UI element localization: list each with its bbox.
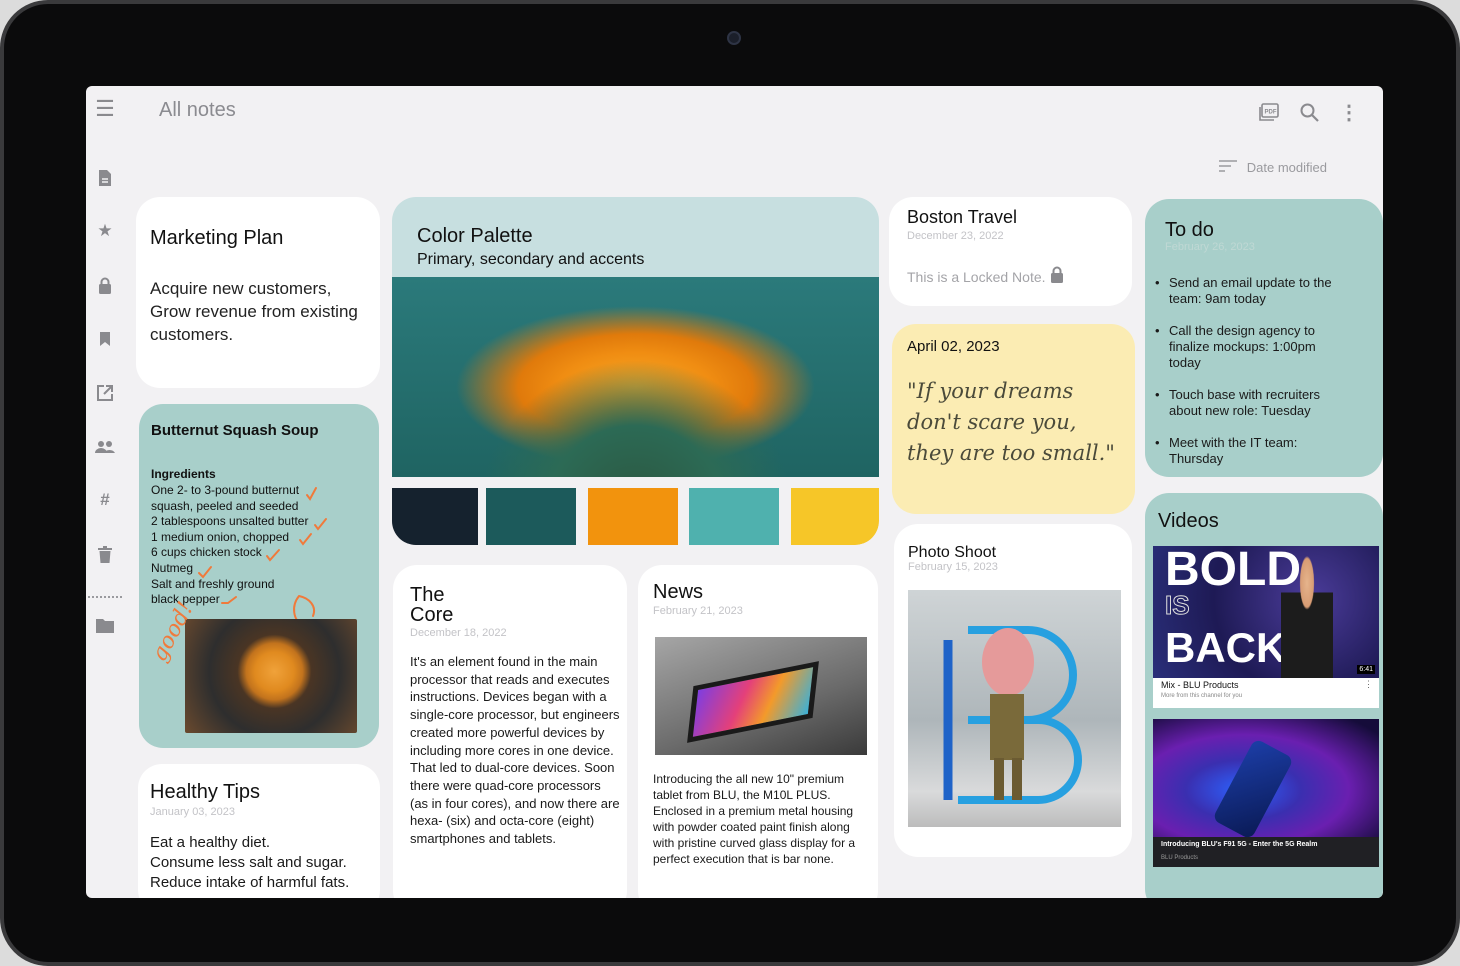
- note-body: Eat a healthy diet. Consume less salt an…: [150, 833, 349, 893]
- note-date: January 03, 2023: [150, 806, 236, 818]
- video-caption: Mix - BLU Products: [1161, 680, 1239, 690]
- note-date: December 23, 2022: [907, 230, 1004, 242]
- folder-icon[interactable]: [94, 614, 116, 636]
- top-toolbar: PDF ⋮: [1257, 100, 1361, 124]
- note-card-boston-travel[interactable]: Boston Travel December 23, 2022 This is …: [889, 197, 1132, 306]
- share-icon[interactable]: [94, 382, 116, 404]
- lock-icon: [1050, 266, 1064, 288]
- note-card-videos[interactable]: Videos BOLD IS BACK 6:41 Mix - BLU Produ…: [1145, 493, 1383, 898]
- note-line: Eat a healthy diet.: [150, 834, 271, 851]
- phone-image: [1211, 738, 1295, 840]
- tablet-device-image: [687, 661, 819, 743]
- svg-text:PDF: PDF: [1265, 110, 1277, 116]
- note-card-color-palette[interactable]: Color Palette Primary, secondary and acc…: [392, 197, 879, 545]
- note-line: Reduce intake of harmful fats.: [150, 874, 350, 891]
- todo-list: Send an email update to the team: 9am to…: [1145, 275, 1345, 477]
- note-card-news[interactable]: News February 21, 2023 Introducing the a…: [638, 565, 878, 898]
- note-date: April 02, 2023: [907, 338, 1000, 355]
- video-subcaption: BLU Products: [1161, 855, 1199, 861]
- bookmark-icon[interactable]: [94, 328, 116, 350]
- thumb-line3: BACK: [1165, 624, 1287, 671]
- palette-subtitle: Primary, secondary and accents: [417, 251, 645, 268]
- todo-item[interactable]: Call the design agency to finalize mocku…: [1145, 323, 1345, 371]
- note-title: Boston Travel: [907, 207, 1018, 227]
- sort-control[interactable]: Date modified: [1218, 160, 1327, 175]
- photo-shoot-image: [908, 590, 1121, 827]
- note-body: Acquire new customers, Grow revenue from…: [150, 279, 358, 344]
- quote-text: "If your dreams don't scare you, they ar…: [907, 379, 1115, 465]
- note-card-to-do[interactable]: To do February 26, 2023 Send an email up…: [1145, 199, 1383, 477]
- note-card-quote[interactable]: April 02, 2023 "If your dreams don't sca…: [892, 324, 1135, 514]
- presenter-image: [1281, 556, 1333, 678]
- menu-icon[interactable]: ☰: [94, 96, 116, 121]
- tablet-bezel: ☰ ★ # All notes PDF ⋮ Date modified Mark…: [0, 0, 1460, 966]
- rail-divider: [88, 596, 122, 598]
- video-thumbnail: BOLD IS BACK 6:41: [1153, 546, 1379, 678]
- note-title: Marketing Plan: [150, 227, 284, 249]
- page-title: All notes: [159, 99, 236, 121]
- video-caption: Introducing BLU's F91 5G - Enter the 5G …: [1161, 841, 1318, 848]
- video-thumbnail: [1153, 719, 1379, 840]
- swatch-3: [588, 488, 678, 545]
- video-more-icon[interactable]: ⋮: [1364, 679, 1373, 690]
- search-icon[interactable]: [1297, 100, 1321, 124]
- palette-title: Color Palette: [417, 225, 533, 247]
- todo-item[interactable]: Meet with the IT team: Thursday: [1145, 435, 1345, 467]
- trash-icon[interactable]: [94, 543, 116, 565]
- news-tablet-photo: [655, 637, 867, 755]
- swatch-4: [689, 488, 779, 545]
- note-date: February 21, 2023: [653, 605, 743, 617]
- note-date: February 15, 2023: [908, 561, 998, 573]
- note-line: Consume less salt and sugar.: [150, 854, 347, 871]
- new-note-icon[interactable]: [94, 167, 116, 189]
- soup-photo: [185, 619, 357, 733]
- thumb-line2: IS: [1165, 590, 1191, 621]
- note-body: It's an element found in the main proces…: [410, 654, 620, 847]
- locked-note-text: This is a Locked Note.: [907, 269, 1046, 285]
- note-card-the-core[interactable]: The Core December 18, 2022 It's an eleme…: [393, 565, 627, 898]
- pdf-icon[interactable]: PDF: [1257, 100, 1281, 124]
- swatch-2: [486, 488, 576, 545]
- flower-photo: [392, 277, 879, 477]
- swatch-1: [392, 488, 478, 545]
- note-card-photo-shoot[interactable]: Photo Shoot February 15, 2023: [894, 524, 1132, 857]
- logo-b-graphic: [943, 626, 1082, 804]
- note-card-butternut-squash-soup[interactable]: Butternut Squash Soup Ingredients One 2-…: [139, 404, 379, 748]
- shared-people-icon[interactable]: [94, 436, 116, 458]
- video-item[interactable]: Introducing BLU's F91 5G - Enter the 5G …: [1153, 719, 1379, 867]
- video-item[interactable]: BOLD IS BACK 6:41 Mix - BLU Products Mor…: [1153, 546, 1379, 708]
- sort-label: Date modified: [1246, 160, 1327, 175]
- sort-icon: [1218, 160, 1237, 175]
- note-title: Healthy Tips: [150, 781, 261, 803]
- note-date: February 26, 2023: [1165, 241, 1255, 253]
- lock-icon[interactable]: [94, 274, 116, 296]
- video-subcaption: More from this channel for you: [1161, 693, 1243, 699]
- note-title: Photo Shoot: [908, 544, 997, 561]
- note-title: The Core: [410, 584, 454, 626]
- note-card-healthy-tips[interactable]: Healthy Tips January 03, 2023 Eat a heal…: [138, 764, 380, 898]
- note-title: News: [653, 581, 704, 603]
- notes-app-screen: ☰ ★ # All notes PDF ⋮ Date modified Mark…: [86, 86, 1383, 898]
- front-camera: [727, 31, 741, 45]
- note-title: To do: [1165, 219, 1214, 241]
- note-date: December 18, 2022: [410, 627, 507, 639]
- more-icon[interactable]: ⋮: [1337, 100, 1361, 124]
- todo-item[interactable]: Send an email update to the team: 9am to…: [1145, 275, 1345, 307]
- todo-item[interactable]: Touch base with recruiters about new rol…: [1145, 387, 1345, 419]
- note-card-marketing-plan[interactable]: Marketing Plan Acquire new customers, Gr…: [136, 197, 380, 388]
- swatch-5: [791, 488, 879, 545]
- side-rail: ☰ ★ #: [86, 86, 124, 898]
- video-duration: 6:41: [1357, 665, 1375, 674]
- star-icon[interactable]: ★: [94, 220, 116, 242]
- note-title: Videos: [1158, 510, 1219, 532]
- hashtag-icon[interactable]: #: [94, 489, 116, 511]
- note-body: Introducing the all new 10" premium tabl…: [653, 772, 856, 866]
